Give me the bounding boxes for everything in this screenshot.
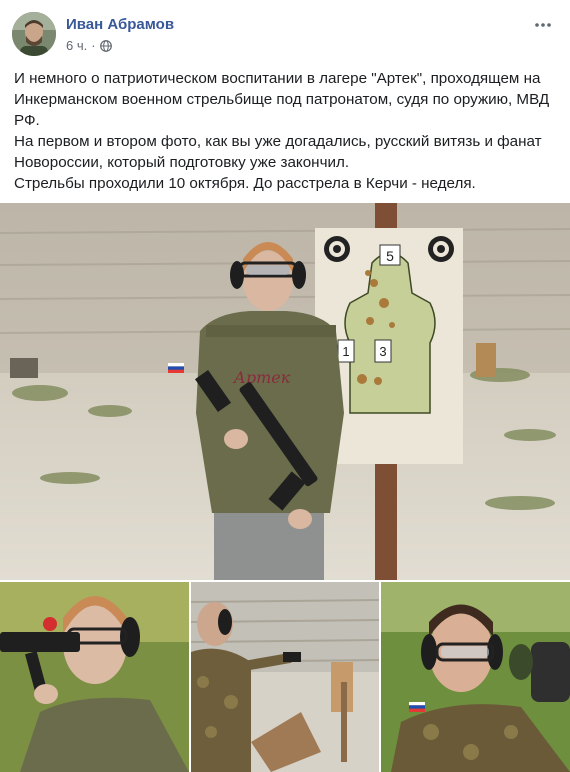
post-meta: 6 ч. ·	[66, 38, 112, 53]
globe-icon[interactable]	[99, 39, 112, 52]
post-text-paragraph: Стрельбы проходили 10 октября. До расстр…	[14, 175, 476, 192]
post-text-paragraph: На первом и втором фото, как вы уже дога…	[14, 133, 542, 171]
post-photo-thumbnail[interactable]	[0, 582, 189, 772]
target-number: 5	[386, 248, 394, 264]
post-photo-main[interactable]: 5 1 3 Артек	[0, 203, 570, 580]
hoodie-logo-text: Артек	[233, 368, 291, 387]
target-number: 1	[342, 344, 349, 359]
post-text-paragraph: И немного о патриотическом воспитании в …	[14, 70, 550, 129]
avatar[interactable]	[12, 12, 56, 56]
post-time-link[interactable]: 6 ч.	[66, 38, 87, 53]
meta-separator: ·	[91, 38, 96, 53]
post-text: И немного о патриотическом воспитании в …	[14, 68, 562, 194]
post-photo-thumbnail[interactable]	[381, 582, 570, 772]
more-dots-icon[interactable]	[532, 14, 554, 36]
post-photo-thumbnail[interactable]	[191, 582, 379, 772]
author-name-link[interactable]: Иван Абрамов	[66, 16, 174, 33]
facebook-post: Иван Абрамов 6 ч. · И немного о патриоти…	[0, 0, 570, 772]
post-header: Иван Абрамов 6 ч. ·	[12, 12, 558, 60]
target-number: 3	[379, 344, 386, 359]
